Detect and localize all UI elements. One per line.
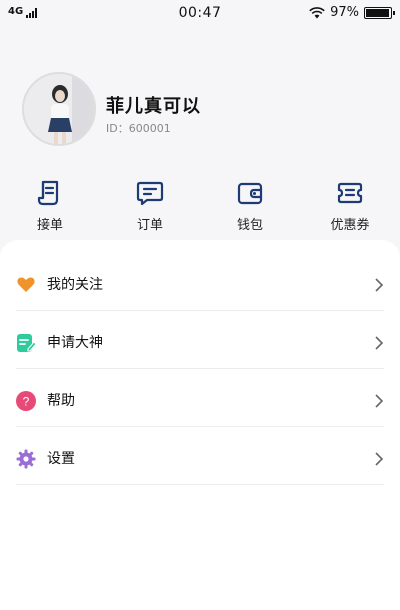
menu-item-label: 设置 [47,451,75,467]
divider [16,368,384,369]
status-bar: 4G 00:47 97% [0,0,400,28]
divider [16,310,384,311]
wifi-icon [309,6,325,18]
quick-actions: 接单 订单 钱包 优惠券 [0,178,400,238]
user-nickname: 菲儿真可以 [106,96,201,117]
edit-form-icon [17,334,36,352]
message-list-icon [136,181,164,206]
battery-icon [364,6,395,19]
quick-action-accept-order[interactable]: 接单 [10,178,90,233]
status-right: 97% [309,5,395,20]
menu-card: 我的关注 申请大神 ? 帮助 设置 [0,240,400,610]
chevron-right-icon [375,452,384,466]
quick-action-label: 接单 [36,218,63,233]
divider [16,484,384,485]
chevron-right-icon [375,394,384,408]
avatar[interactable] [22,72,96,146]
wallet-icon [237,182,263,205]
battery-percent: 97% [330,5,359,20]
menu-item-label: 我的关注 [47,277,103,293]
user-id: ID：600001 [106,122,171,135]
question-icon: ? [16,391,36,411]
menu-item-label: 申请大神 [47,335,103,351]
gear-icon [16,449,36,469]
menu-item-settings[interactable]: 设置 [0,430,400,488]
quick-action-orders[interactable]: 订单 [110,178,190,233]
quick-action-label: 优惠券 [330,218,370,233]
quick-action-label: 钱包 [236,218,263,233]
chevron-right-icon [375,336,384,350]
svg-text:?: ? [23,395,30,409]
quick-action-label: 订单 [136,218,163,233]
menu-item-label: 帮助 [47,393,75,409]
heart-icon [17,277,35,292]
divider [16,426,384,427]
menu-item-help[interactable]: ? 帮助 [0,372,400,430]
menu-item-following[interactable]: 我的关注 [0,256,400,314]
scroll-icon [37,180,59,206]
coupon-icon [337,182,363,204]
quick-action-wallet[interactable]: 钱包 [210,178,290,233]
chevron-right-icon [375,278,384,292]
menu-item-apply-expert[interactable]: 申请大神 [0,314,400,372]
quick-action-coupon[interactable]: 优惠券 [310,178,390,233]
